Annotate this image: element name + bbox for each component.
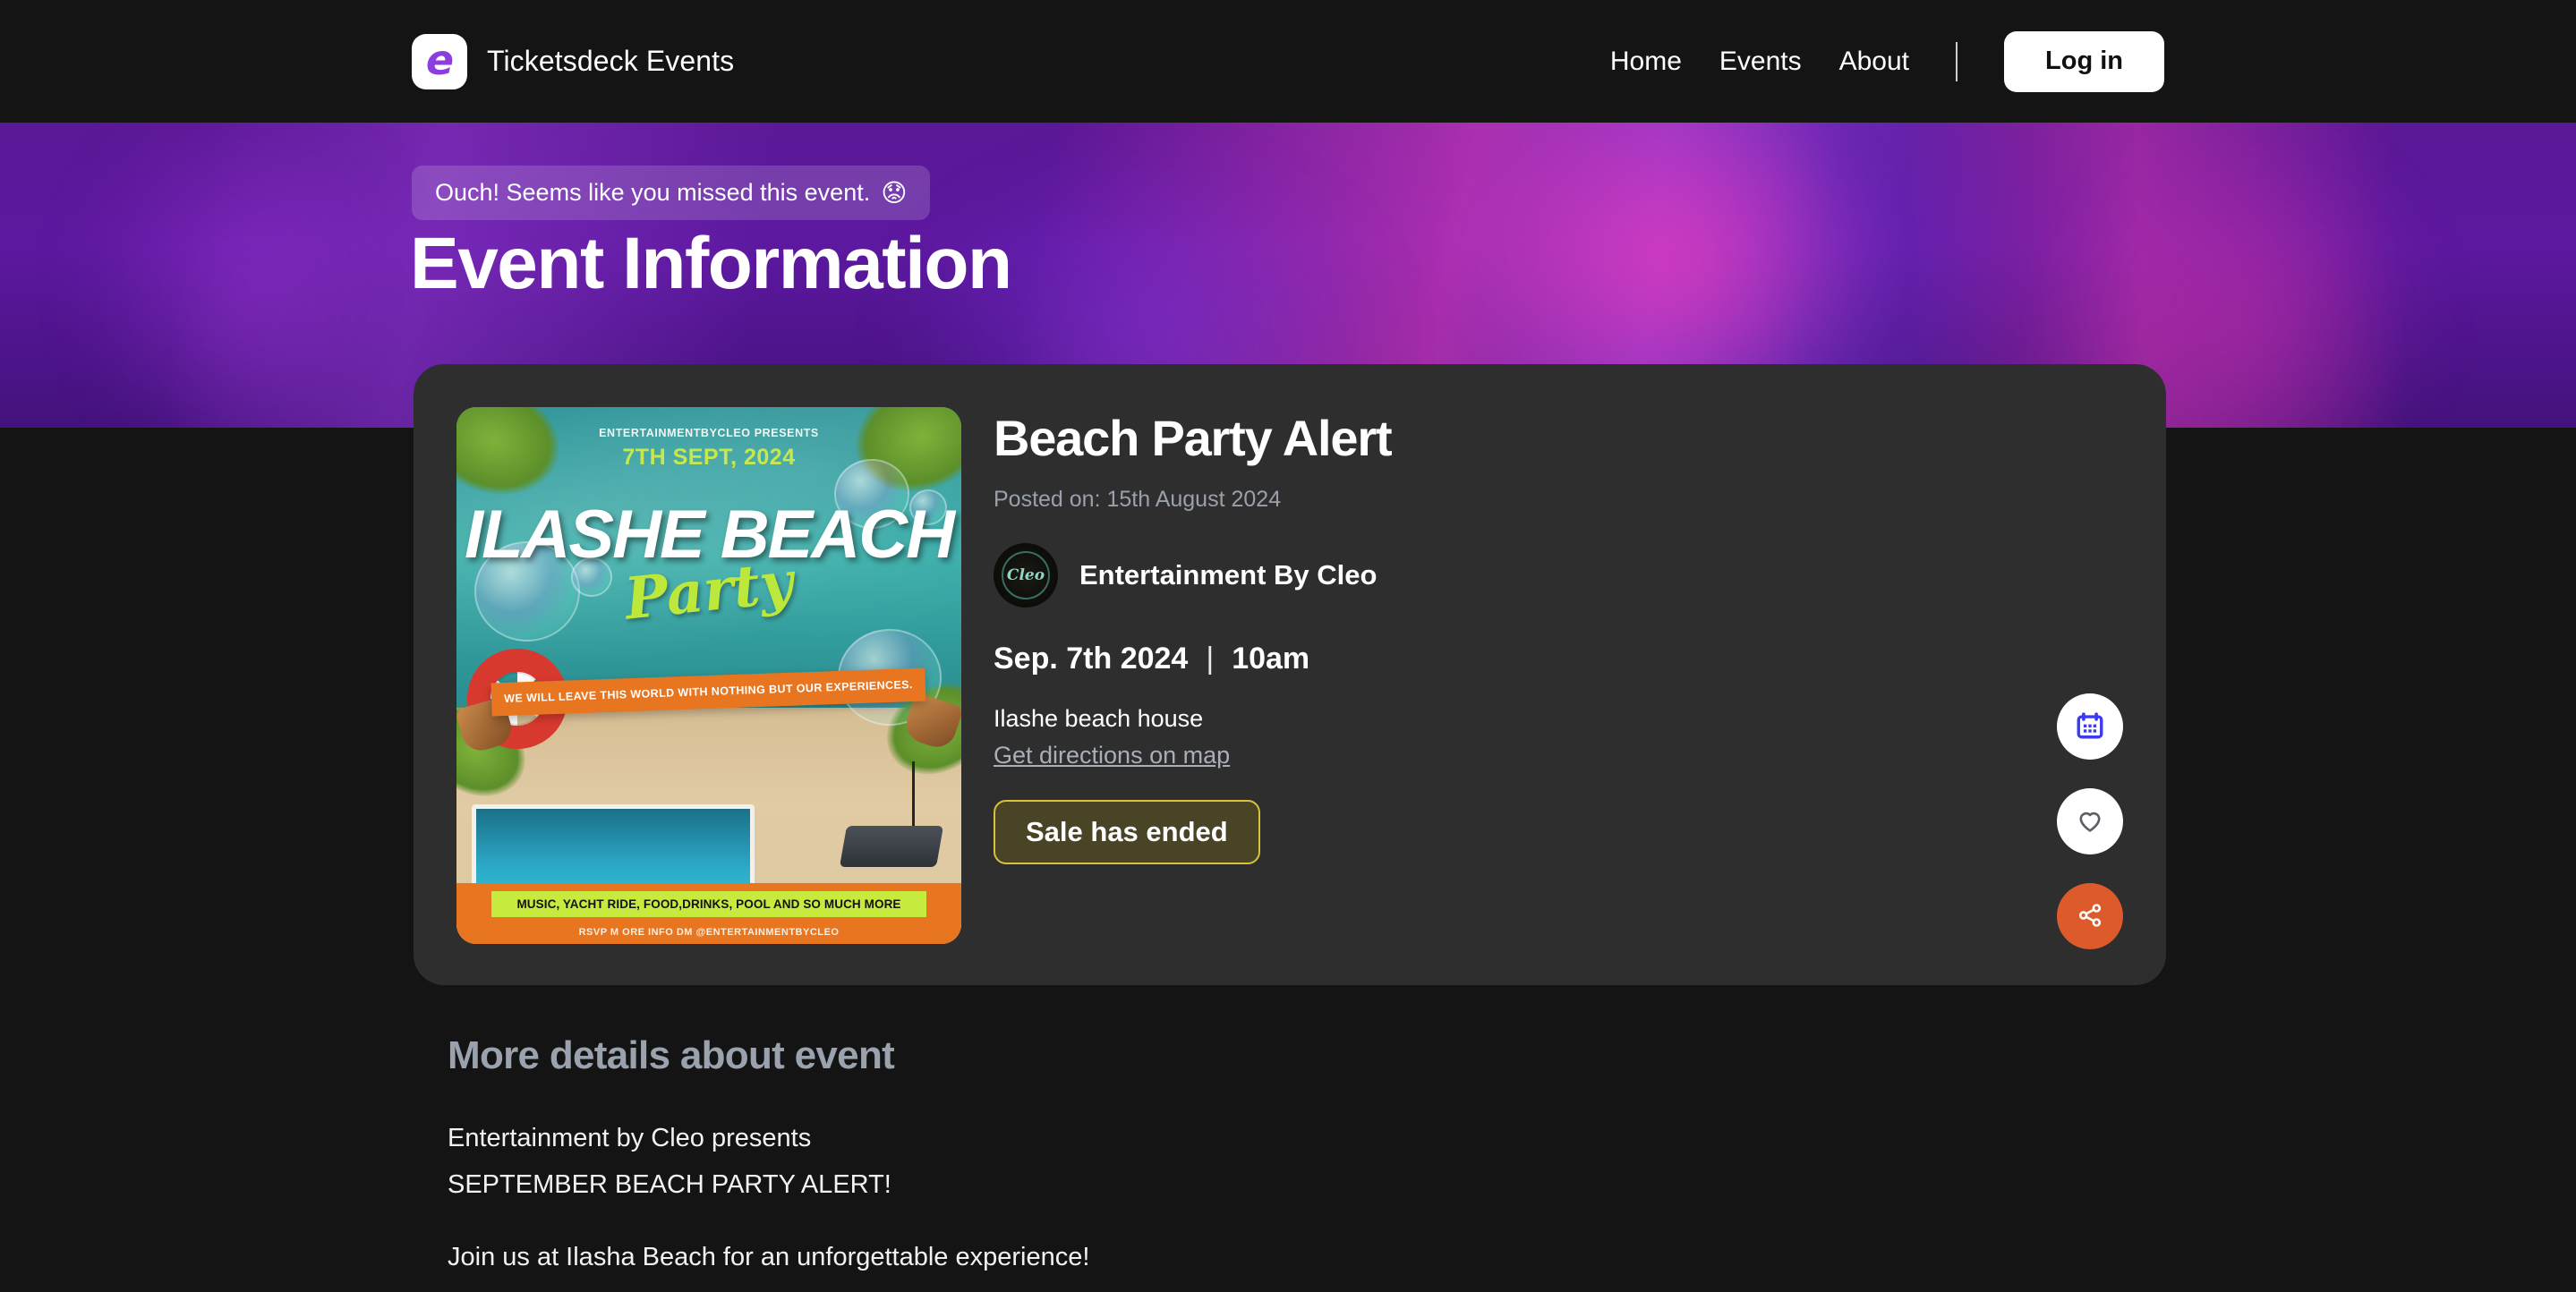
event-information-page: e Ticketsdeck Events Home Events About L… [0,0,2576,1292]
event-time: 10am [1232,641,1310,676]
add-to-calendar-button[interactable] [2057,693,2123,760]
details-line-2: SEPTEMBER BEACH PARTY ALERT! [448,1169,891,1199]
navigation-right-cluster: Home Events About Log in [1610,30,2164,92]
nav-link-events[interactable]: Events [1719,47,1802,77]
flyer-umbrella-icon [912,761,915,833]
logo-letter-e: e [425,35,454,84]
missed-event-text: Ouch! Seems like you missed this event. [435,179,871,206]
calendar-icon [2075,710,2105,744]
event-organizer[interactable]: Cleo Entertainment By Cleo [994,542,2123,608]
details-heading: More details about event [448,1033,895,1077]
share-event-button[interactable] [2057,883,2123,949]
flyer-presents-text: ENTERTAINMENTBYCLEO PRESENTS [599,427,819,439]
event-info-column: Beach Party Alert Posted on: 15th August… [994,407,2123,949]
details-line-1: Entertainment by Cleo presents [448,1124,812,1152]
page-title: Event Information [410,223,1012,304]
event-title: Beach Party Alert [994,410,1393,466]
log-in-button[interactable]: Log in [2004,30,2164,92]
flyer-rsvp-text: RSVP M ORE INFO DM @ENTERTAINMENTBYCLEO [578,927,840,938]
like-event-button[interactable] [2057,788,2123,854]
get-directions-link[interactable]: Get directions on map [994,742,1230,769]
brand-name-label: Ticketsdeck Events [487,45,735,77]
sad-face-emoji-icon: 😟 [881,178,908,208]
flyer-lounger-icon [839,826,944,867]
event-datetime-separator: | [1206,641,1215,676]
event-date: Sep. 7th 2024 [994,641,1189,676]
event-datetime: Sep. 7th 2024 | 10am [994,642,2123,676]
sale-ended-button[interactable]: Sale has ended [994,799,1260,864]
event-venue: Ilashe beach house [994,704,1204,732]
organizer-name: Entertainment By Cleo [1079,558,1378,591]
organizer-avatar-mark: Cleo [1006,565,1045,584]
details-body: Entertainment by Cleo presents SEPTEMBER… [448,1116,2148,1281]
details-line-3: Join us at Ilasha Beach for an unforgett… [448,1243,1090,1272]
event-posted-on: Posted on: 15th August 2024 [994,486,1282,512]
details-blank-line [448,1208,2148,1235]
ticketsdeck-e-logo-icon: e [412,33,467,89]
share-icon [2076,901,2104,932]
flyer-features-text: MUSIC, YACHT RIDE, FOOD,DRINKS, POOL AND… [491,891,926,917]
organizer-avatar: Cleo [994,542,1058,608]
nav-link-about[interactable]: About [1839,47,1909,77]
flyer-pot-row [456,692,961,761]
flyer-date-text: 7TH SEPT, 2024 [622,445,796,470]
event-detail-card: ENTERTAINMENTBYCLEO PRESENTS 7TH SEPT, 2… [414,364,2166,985]
nav-divider [1956,41,1958,81]
event-flyer-image[interactable]: ENTERTAINMENTBYCLEO PRESENTS 7TH SEPT, 2… [456,407,961,944]
event-action-rail [2057,693,2123,949]
hero-gradient-streak-left [81,123,403,428]
heart-icon [2075,805,2105,838]
brand-logo-link[interactable]: e Ticketsdeck Events [412,33,735,89]
navigation-links: Home Events About [1610,47,1909,77]
nav-link-home[interactable]: Home [1610,47,1682,77]
top-navigation-bar: e Ticketsdeck Events Home Events About L… [0,0,2576,123]
missed-event-banner: Ouch! Seems like you missed this event. … [412,166,931,220]
event-details-section: More details about event Entertainment b… [448,1033,2148,1281]
